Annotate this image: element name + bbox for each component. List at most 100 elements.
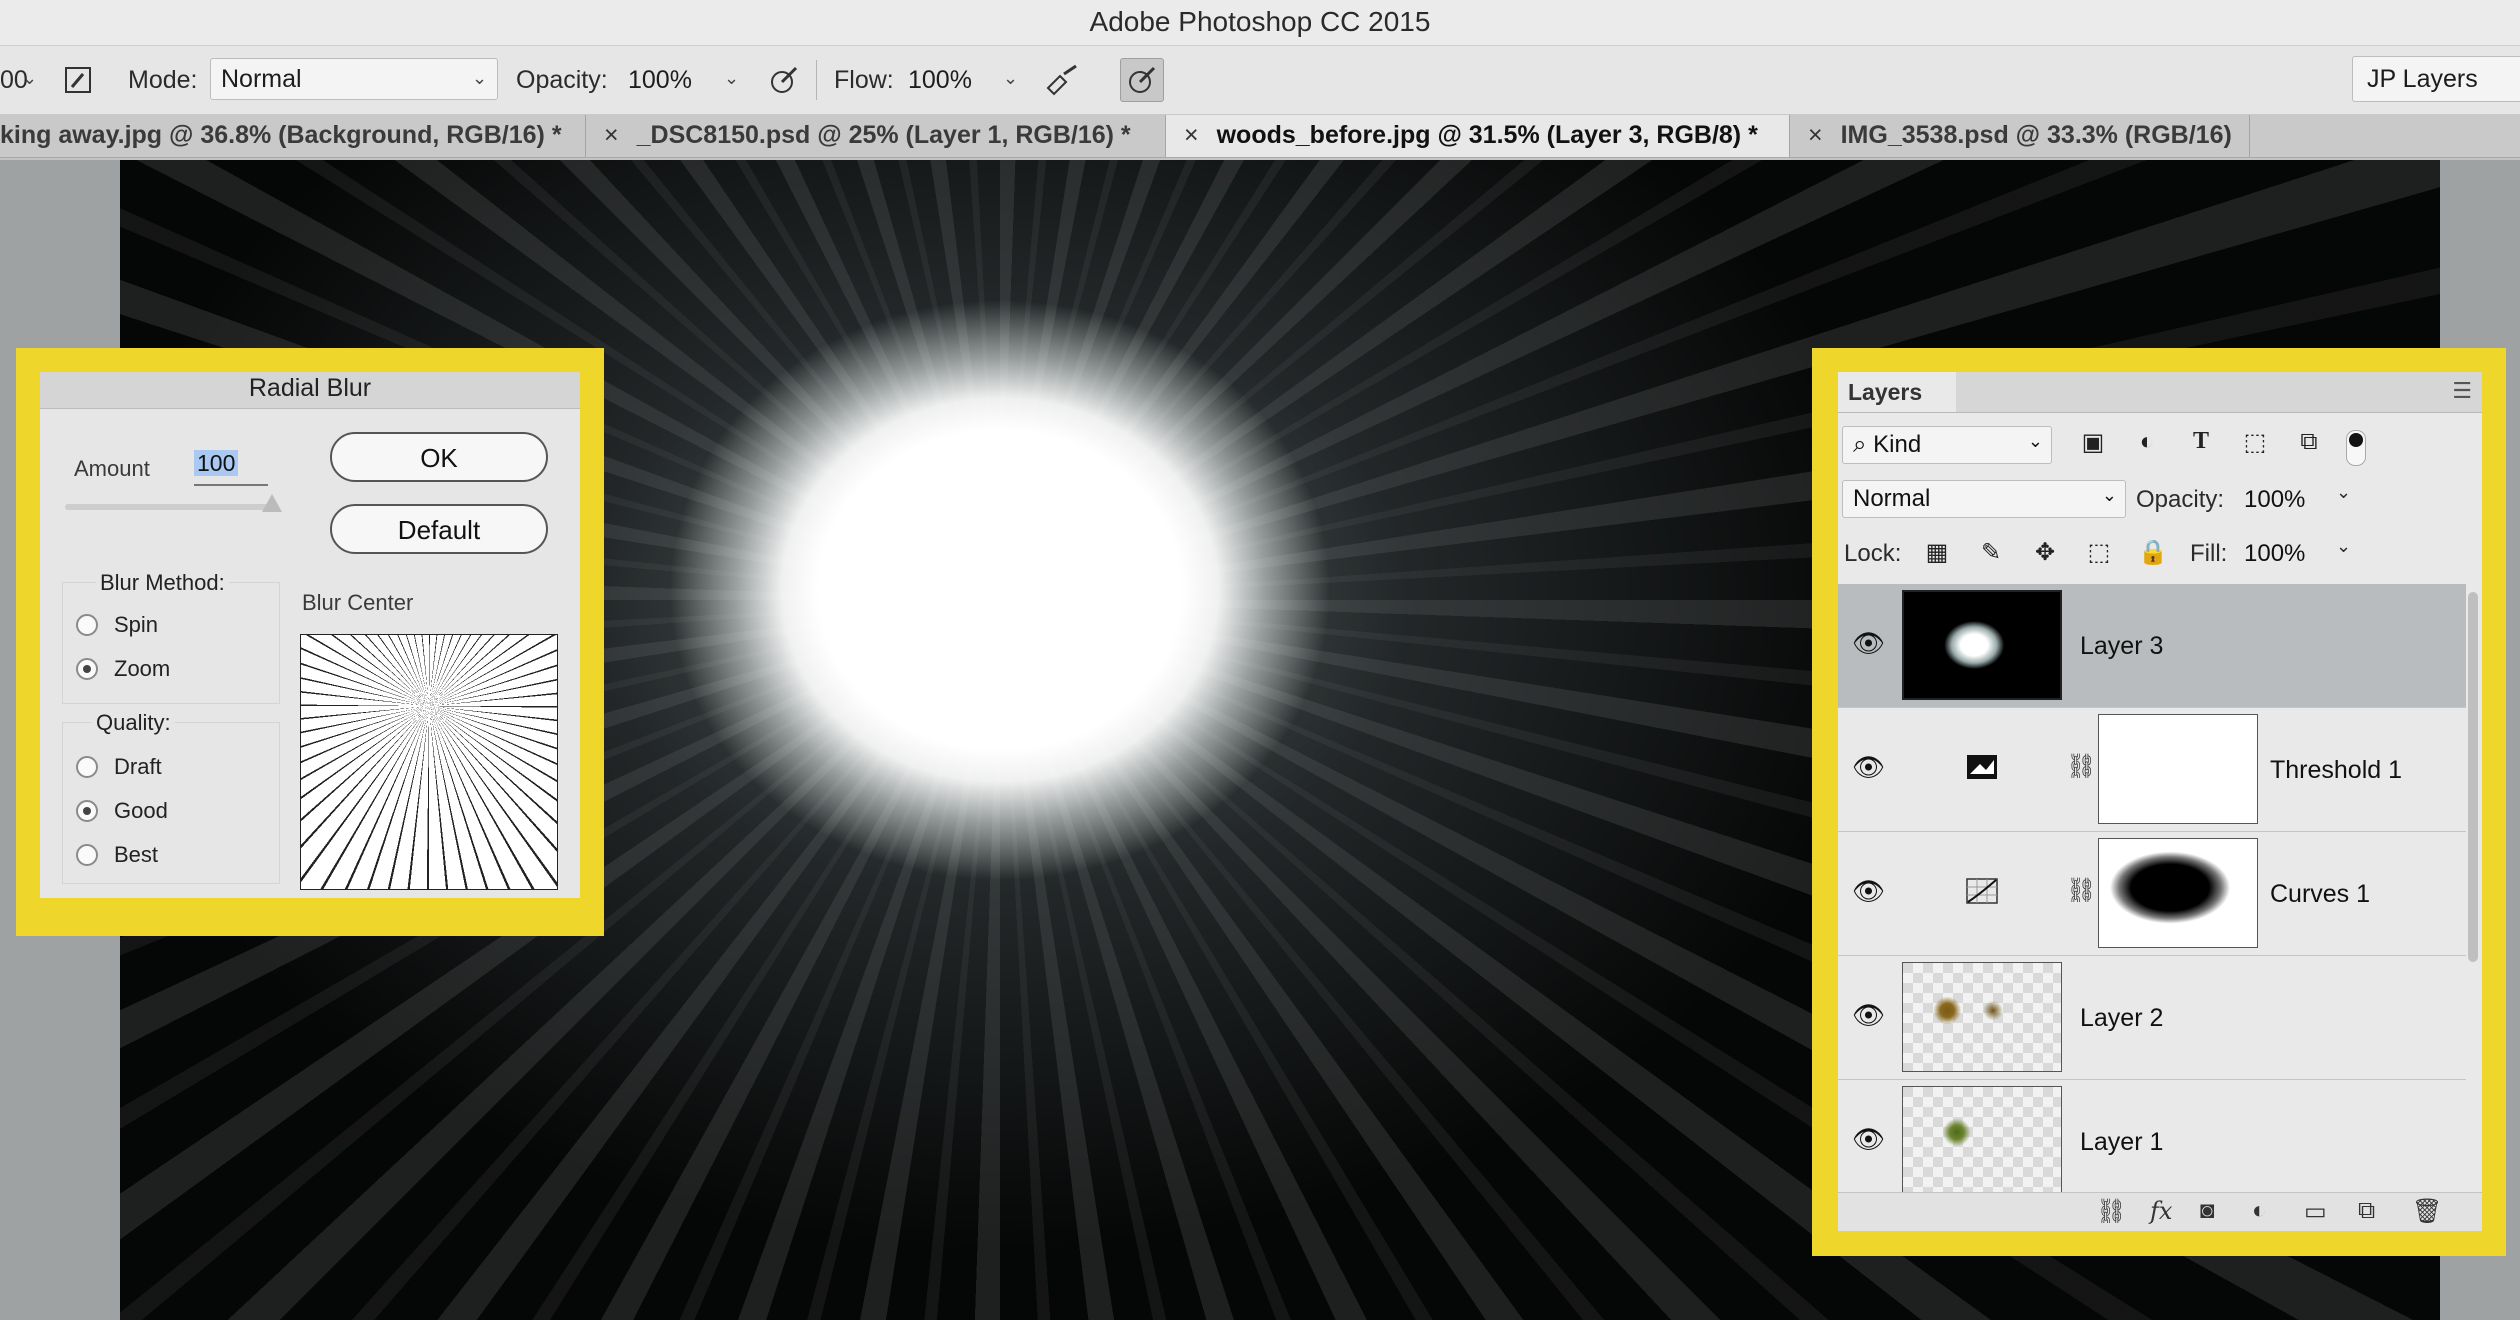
- blur-center-label: Blur Center: [302, 590, 414, 615]
- mask-icon[interactable]: ◙: [2200, 1197, 2215, 1225]
- brush-preset-icon[interactable]: [56, 58, 100, 102]
- mode-label: Mode:: [128, 66, 198, 94]
- close-icon[interactable]: ×: [1808, 121, 1823, 149]
- workspace-label: JP Layers: [2367, 65, 2478, 93]
- ok-button[interactable]: OK: [330, 432, 548, 482]
- tab-layers[interactable]: Layers: [1838, 372, 1956, 412]
- default-button[interactable]: Default: [330, 504, 548, 554]
- draft-radio[interactable]: [76, 756, 98, 778]
- airbrush-icon[interactable]: [1040, 58, 1084, 102]
- new-layer-icon[interactable]: ⧉: [2358, 1197, 2375, 1225]
- app-title: Adobe Photoshop CC 2015: [1089, 6, 1431, 37]
- smart-object-filter-icon[interactable]: ⧉: [2294, 428, 2324, 456]
- chevron-down-icon[interactable]: ⌄: [724, 68, 739, 89]
- layer-row-threshold1[interactable]: 👁 ⛓ Threshold 1: [1838, 708, 2466, 832]
- layer-thumbnail: [1902, 590, 2062, 700]
- adjustment-filter-icon[interactable]: ◐: [2132, 428, 2162, 456]
- lock-artboard-icon[interactable]: ⬚: [2084, 538, 2114, 567]
- zoom-label: Zoom: [114, 656, 171, 681]
- draft-label: Draft: [114, 754, 162, 779]
- layer-name: Threshold 1: [2270, 756, 2403, 784]
- amount-slider[interactable]: [65, 504, 275, 510]
- dialog-title: Radial Blur: [40, 372, 580, 409]
- lock-all-icon[interactable]: 🔒: [2138, 538, 2168, 567]
- layer-row-curves1[interactable]: 👁 ⛓ Curves 1: [1838, 832, 2466, 956]
- tab-woods-before[interactable]: × woods_before.jpg @ 31.5% (Layer 3, RGB/…: [1166, 115, 1790, 157]
- chevron-down-icon: ⌄: [2027, 431, 2043, 451]
- link-icon[interactable]: ⛓: [2066, 876, 2096, 905]
- lock-transparent-icon[interactable]: ▦: [1922, 538, 1952, 567]
- pressure-opacity-icon[interactable]: [762, 58, 806, 102]
- tab-label: _DSC8150.psd @ 25% (Layer 1, RGB/16) *: [636, 121, 1131, 149]
- kind-label: Kind: [1873, 431, 1922, 458]
- layer-row-layer1[interactable]: 👁 Layer 1: [1838, 1080, 2466, 1192]
- mode-select[interactable]: Normal: [210, 58, 498, 100]
- blur-method-label: Blur Method:: [96, 570, 229, 596]
- layer-row-layer2[interactable]: 👁 Layer 2: [1838, 956, 2466, 1080]
- layer-name: Layer 3: [2080, 632, 2164, 660]
- tab-label: woods_before.jpg @ 31.5% (Layer 3, RGB/8…: [1216, 121, 1758, 149]
- panel-menu-icon[interactable]: ☰: [2452, 378, 2472, 404]
- blend-mode-value: Normal: [1853, 485, 1931, 512]
- chevron-down-icon[interactable]: ⌄: [2336, 536, 2351, 557]
- filter-toggle[interactable]: [2346, 430, 2366, 466]
- layer-thumbnail: [1902, 962, 2062, 1072]
- amount-slider-knob[interactable]: [262, 494, 282, 512]
- adjustment-icon[interactable]: ◐: [2252, 1197, 2267, 1225]
- eye-icon[interactable]: 👁: [1852, 1124, 1885, 1155]
- eye-icon[interactable]: 👁: [1852, 876, 1885, 907]
- amount-input[interactable]: 100: [194, 450, 268, 486]
- opacity-label: Opacity:: [516, 66, 608, 94]
- trash-icon[interactable]: 🗑: [2412, 1197, 2442, 1226]
- close-icon[interactable]: ×: [1184, 121, 1199, 149]
- chevron-down-icon[interactable]: ⌄: [22, 68, 37, 89]
- link-icon[interactable]: ⛓: [2066, 752, 2096, 781]
- eye-icon[interactable]: 👁: [1852, 628, 1885, 659]
- zoom-radio[interactable]: [76, 658, 98, 680]
- eye-icon[interactable]: 👁: [1852, 752, 1885, 783]
- kind-filter[interactable]: ⌕ Kind ⌄: [1842, 426, 2052, 464]
- shape-filter-icon[interactable]: ⬚: [2240, 428, 2270, 457]
- curves-adjustment-icon: [1966, 878, 1998, 911]
- spin-radio[interactable]: [76, 614, 98, 636]
- folder-icon[interactable]: ▭: [2304, 1197, 2327, 1226]
- amount-label: Amount: [74, 456, 150, 481]
- lock-position-icon[interactable]: ✥: [2030, 538, 2060, 567]
- flow-value[interactable]: 100%: [908, 66, 972, 95]
- pressure-size-icon[interactable]: [1120, 58, 1164, 102]
- workspace-switcher[interactable]: JP Layers: [2352, 56, 2520, 102]
- blend-mode-select[interactable]: Normal ⌄: [1842, 480, 2126, 518]
- spin-label: Spin: [114, 612, 159, 637]
- opacity-value[interactable]: 100%: [2244, 486, 2305, 514]
- amount-value: 100: [194, 450, 239, 476]
- options-bar: 00 ⌄ Mode: Normal ⌄ Opacity: 100% ⌄ Flow…: [0, 46, 2520, 115]
- chevron-down-icon: ⌄: [472, 68, 488, 88]
- tab-img3538[interactable]: × IMG_3538.psd @ 33.3% (RGB/16): [1790, 115, 2250, 157]
- opacity-label: Opacity:: [2136, 486, 2225, 513]
- blur-center-preview[interactable]: [300, 634, 558, 890]
- chevron-down-icon[interactable]: ⌄: [2336, 482, 2351, 503]
- type-filter-icon[interactable]: T: [2186, 428, 2216, 455]
- panel-tab-bar: Layers ☰: [1838, 372, 2482, 413]
- lock-image-icon[interactable]: ✎: [1976, 538, 2006, 567]
- tab-dsc8150[interactable]: × _DSC8150.psd @ 25% (Layer 1, RGB/16) *: [586, 115, 1166, 157]
- title-bar: Adobe Photoshop CC 2015: [0, 0, 2520, 46]
- best-radio[interactable]: [76, 844, 98, 866]
- threshold-adjustment-icon: [1966, 754, 1998, 787]
- link-icon[interactable]: ⛓: [2096, 1197, 2126, 1226]
- eye-icon[interactable]: 👁: [1852, 1000, 1885, 1031]
- opacity-value[interactable]: 100%: [628, 66, 692, 95]
- good-label: Good: [114, 798, 168, 823]
- chevron-down-icon[interactable]: ⌄: [1003, 68, 1018, 89]
- tab-label: king away.jpg @ 36.8% (Background, RGB/1…: [0, 121, 562, 149]
- pixel-filter-icon[interactable]: ▣: [2078, 428, 2108, 457]
- fill-value[interactable]: 100%: [2244, 540, 2305, 568]
- tab-king-away[interactable]: king away.jpg @ 36.8% (Background, RGB/1…: [0, 115, 586, 157]
- close-icon[interactable]: ×: [604, 121, 619, 149]
- good-radio[interactable]: [76, 800, 98, 822]
- layer-row-layer3[interactable]: 👁 Layer 3: [1838, 584, 2466, 708]
- layer-mask-thumbnail: [2098, 714, 2258, 824]
- fill-label: Fill:: [2190, 540, 2228, 567]
- layers-scrollbar[interactable]: [2468, 592, 2478, 962]
- fx-icon[interactable]: fx: [2150, 1197, 2172, 1225]
